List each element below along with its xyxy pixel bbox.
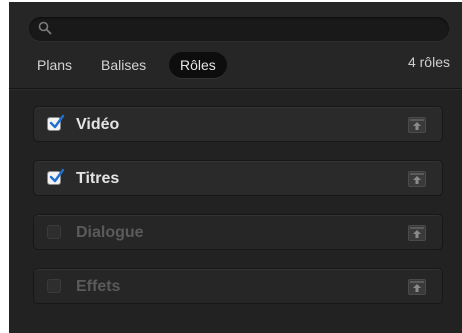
- expand-arrow-icon[interactable]: [408, 225, 426, 241]
- panel-header: Plans Balises Rôles 4 rôles: [9, 2, 462, 89]
- role-checkbox-dialogue[interactable]: [47, 225, 61, 239]
- role-row-effets[interactable]: Effets: [33, 268, 443, 304]
- tab-plans[interactable]: Plans: [37, 52, 72, 78]
- checkmark-icon: [49, 114, 65, 129]
- role-label-dialogue: Dialogue: [76, 224, 144, 241]
- role-row-video[interactable]: Vidéo: [33, 106, 443, 142]
- role-checkbox-effets[interactable]: [47, 279, 61, 293]
- search-input[interactable]: [59, 20, 439, 38]
- role-label-titres: Titres: [76, 170, 120, 187]
- expand-arrow-icon[interactable]: [408, 279, 426, 295]
- roles-count: 4 rôles: [407, 54, 450, 70]
- search-field[interactable]: [29, 17, 449, 41]
- expand-arrow-icon[interactable]: [408, 117, 426, 133]
- role-index-panel: Plans Balises Rôles 4 rôles Vidéo Titres: [9, 2, 462, 333]
- tab-roles[interactable]: Rôles: [169, 52, 227, 78]
- role-label-effets: Effets: [76, 278, 121, 295]
- search-icon: [38, 21, 52, 35]
- role-checkbox-video[interactable]: [47, 114, 65, 131]
- role-row-dialogue[interactable]: Dialogue: [33, 214, 443, 250]
- role-row-titres[interactable]: Titres: [33, 160, 443, 196]
- checkmark-icon: [49, 168, 65, 183]
- role-label-video: Vidéo: [76, 116, 120, 133]
- expand-arrow-icon[interactable]: [408, 171, 426, 187]
- tab-balises[interactable]: Balises: [101, 52, 146, 78]
- role-checkbox-titres[interactable]: [47, 168, 65, 185]
